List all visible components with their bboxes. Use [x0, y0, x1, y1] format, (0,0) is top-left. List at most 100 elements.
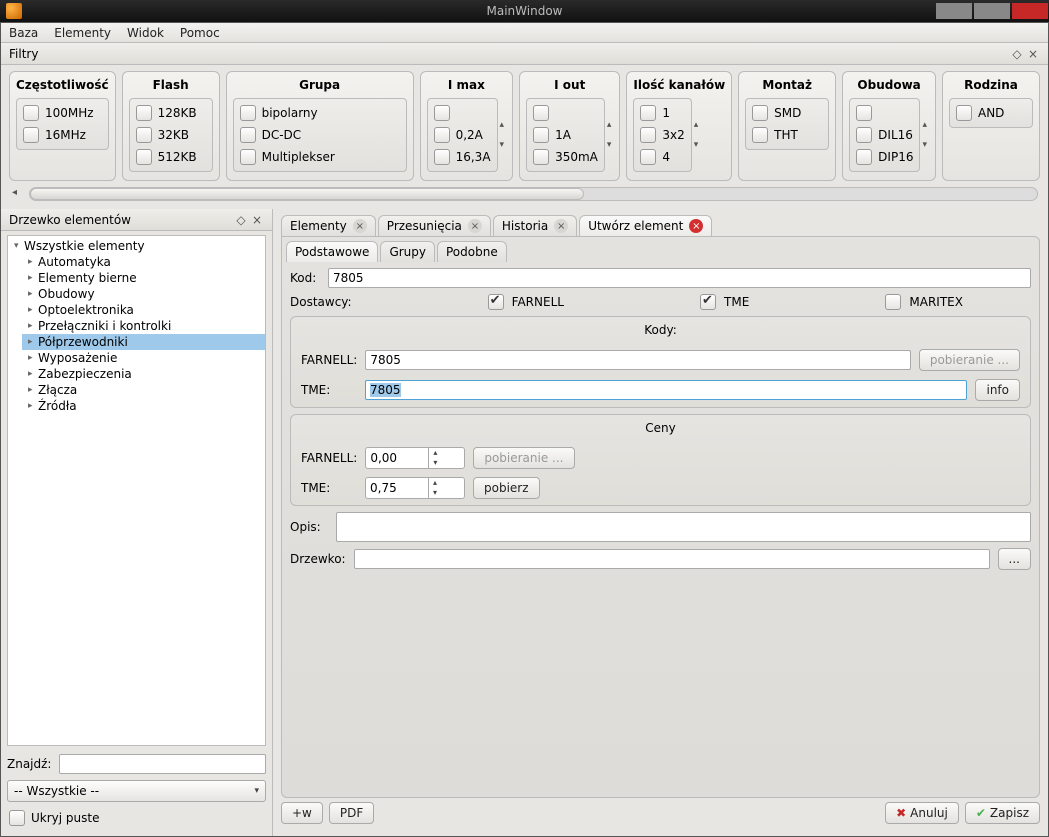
farnell-code-input[interactable] [365, 350, 911, 370]
close-icon[interactable]: × [689, 219, 703, 233]
anuluj-button[interactable]: ✖Anuluj [885, 802, 959, 824]
tree-item[interactable]: ▸Elementy bierne [22, 270, 265, 286]
filter-option[interactable]: DIP16 [854, 147, 915, 167]
supplier-tme-checkbox[interactable] [700, 294, 716, 310]
tme-code-input[interactable]: 7805 [365, 380, 967, 400]
tab-elementy[interactable]: Elementy× [281, 215, 376, 236]
chevron-up-icon[interactable]: ▴ [922, 120, 927, 130]
menu-baza[interactable]: Baza [9, 26, 38, 40]
tree-item[interactable]: ▸Obudowy [22, 286, 265, 302]
drzewko-input[interactable] [354, 549, 990, 569]
filter-group-rodzina: Rodzina AND [942, 71, 1040, 181]
tree-item-selected[interactable]: ▸Półprzewodniki [22, 334, 265, 350]
tme-info-button[interactable]: info [975, 379, 1020, 401]
opis-input[interactable] [336, 512, 1031, 542]
filter-option[interactable]: bipolarny [238, 103, 402, 123]
tree-view[interactable]: ▾Wszystkie elementy ▸Automatyka ▸Element… [7, 235, 266, 746]
filter-option[interactable]: 1A [531, 125, 600, 145]
tab-przesuniecia[interactable]: Przesunięcia× [378, 215, 491, 236]
chevron-down-icon[interactable]: ▾ [500, 140, 505, 150]
filter-option[interactable]: 16MHz [21, 125, 104, 145]
drzewko-browse-button[interactable]: ... [998, 548, 1031, 570]
tme-price-label: TME: [301, 481, 357, 495]
subtab-grupy[interactable]: Grupy [380, 241, 435, 262]
tme-pobierz-button[interactable]: pobierz [473, 477, 540, 499]
maximize-button[interactable] [974, 3, 1010, 19]
chevron-down-icon[interactable]: ▾ [694, 140, 699, 150]
filter-option[interactable]: 350mA [531, 147, 600, 167]
tree-item[interactable]: ▸Źródła [22, 398, 265, 414]
tree-root[interactable]: ▾Wszystkie elementy [8, 238, 265, 254]
farnell-pobieranie-button[interactable]: pobieranie ... [919, 349, 1020, 371]
tree-item[interactable]: ▸Wyposażenie [22, 350, 265, 366]
filter-group-obudowa: Obudowa DIL16 DIP16 ▴▾ [842, 71, 936, 181]
hide-empty-checkbox[interactable]: Ukryj puste [7, 808, 266, 828]
close-icon[interactable]: × [554, 219, 568, 233]
filter-option[interactable]: 512KB [134, 147, 208, 167]
tab-utworz-element[interactable]: Utwórz element× [579, 215, 712, 236]
filters-scrollbar[interactable]: ◂ ▸ [29, 187, 1038, 201]
cancel-icon: ✖ [896, 806, 906, 820]
tree-float-icon[interactable]: ◇ [234, 213, 248, 227]
filter-group-grupa: Grupa bipolarny DC-DC Multiplekser [226, 71, 414, 181]
farnell-price-pobieranie-button[interactable]: pobieranie ... [473, 447, 574, 469]
filter-option[interactable]: DIL16 [854, 125, 915, 145]
close-icon[interactable]: × [468, 219, 482, 233]
tree-item[interactable]: ▸Zabezpieczenia [22, 366, 265, 382]
supplier-maritex-checkbox[interactable] [885, 294, 901, 310]
filter-option[interactable] [531, 103, 600, 123]
close-button[interactable] [1012, 3, 1048, 19]
tree-close-icon[interactable]: × [250, 213, 264, 227]
menu-pomoc[interactable]: Pomoc [180, 26, 220, 40]
tree-item[interactable]: ▸Przełączniki i kontrolki [22, 318, 265, 334]
filter-option[interactable]: Multiplekser [238, 147, 402, 167]
filter-option[interactable]: 32KB [134, 125, 208, 145]
find-input[interactable] [59, 754, 266, 774]
filters-titlebar: Filtry ◇ × [1, 43, 1048, 65]
filter-option[interactable]: SMD [750, 103, 824, 123]
filter-option[interactable] [854, 103, 915, 123]
tab-historia[interactable]: Historia× [493, 215, 577, 236]
supplier-farnell-checkbox[interactable] [488, 294, 504, 310]
farnell-price-spinner[interactable]: ▴▾ [365, 447, 465, 469]
find-label: Znajdź: [7, 757, 51, 771]
filter-option[interactable]: 16,3A [432, 147, 493, 167]
filter-option[interactable]: 1 [638, 103, 686, 123]
titlebar: MainWindow [0, 0, 1049, 22]
subtab-podobne[interactable]: Podobne [437, 241, 507, 262]
zapisz-button[interactable]: ✔Zapisz [965, 802, 1040, 824]
tree-item[interactable]: ▸Złącza [22, 382, 265, 398]
chevron-up-icon[interactable]: ▴ [694, 120, 699, 130]
chevron-down-icon[interactable]: ▾ [607, 140, 612, 150]
chevron-down-icon[interactable]: ▾ [922, 140, 927, 150]
filter-option[interactable]: 0,2A [432, 125, 493, 145]
tme-price-spinner[interactable]: ▴▾ [365, 477, 465, 499]
filter-option[interactable]: 100MHz [21, 103, 104, 123]
tree-item[interactable]: ▸Automatyka [22, 254, 265, 270]
filter-header: Grupa [233, 76, 407, 98]
filters-body: Częstotliwość 100MHz 16MHz Flash 128KB 3… [1, 65, 1048, 181]
kod-input[interactable] [328, 268, 1031, 288]
chevron-up-icon[interactable]: ▴ [607, 120, 612, 130]
menu-elementy[interactable]: Elementy [54, 26, 111, 40]
menu-widok[interactable]: Widok [127, 26, 164, 40]
subtab-podstawowe[interactable]: Podstawowe [286, 241, 378, 262]
filter-option[interactable]: AND [954, 103, 1028, 123]
pdf-button[interactable]: PDF [329, 802, 374, 824]
filter-option[interactable]: 3x2 [638, 125, 686, 145]
filter-option[interactable]: THT [750, 125, 824, 145]
minimize-button[interactable] [936, 3, 972, 19]
filter-group-imax: I max 0,2A 16,3A ▴▾ [420, 71, 513, 181]
close-icon[interactable]: × [353, 219, 367, 233]
filters-close-icon[interactable]: × [1026, 47, 1040, 61]
tree-item[interactable]: ▸Optoelektronika [22, 302, 265, 318]
tree-filter-select[interactable]: -- Wszystkie --▾ [7, 780, 266, 802]
plus-w-button[interactable]: +w [281, 802, 323, 824]
filter-option[interactable]: DC-DC [238, 125, 402, 145]
filter-option[interactable]: 4 [638, 147, 686, 167]
filters-float-icon[interactable]: ◇ [1010, 47, 1024, 61]
chevron-left-icon[interactable]: ◂ [12, 187, 17, 198]
chevron-up-icon[interactable]: ▴ [500, 120, 505, 130]
filter-option[interactable]: 128KB [134, 103, 208, 123]
filter-option[interactable] [432, 103, 493, 123]
